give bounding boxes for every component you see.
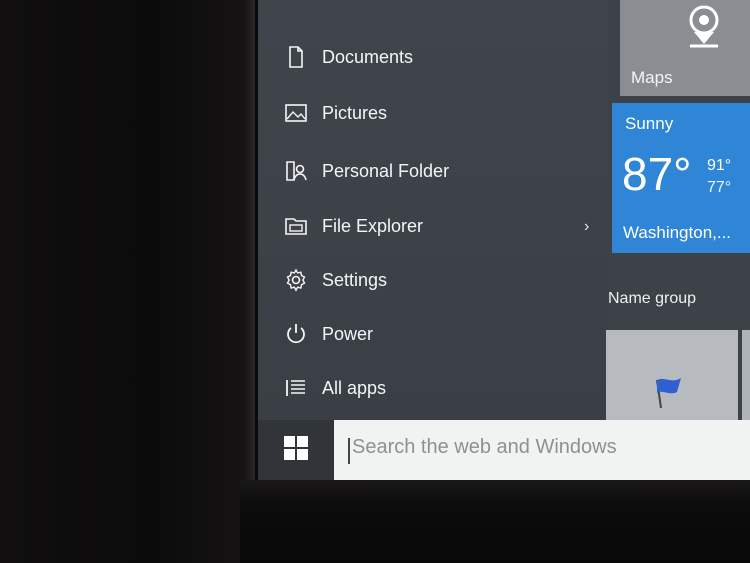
tile-partial[interactable] — [742, 330, 750, 420]
start-button[interactable] — [258, 420, 333, 480]
weather-low: 77° — [707, 179, 732, 196]
screen: Documents Pictures Personal Folder File … — [258, 0, 750, 480]
menu-item-pictures[interactable]: Pictures — [284, 93, 584, 133]
menu-item-settings[interactable]: Settings — [284, 260, 584, 300]
menu-item-power[interactable]: Power — [284, 314, 584, 354]
menu-item-label: File Explorer — [322, 215, 424, 236]
menu-item-personal-folder[interactable]: Personal Folder — [284, 151, 584, 191]
monitor-bezel-left — [0, 0, 255, 563]
text-cursor — [348, 438, 350, 464]
tile-label: Maps — [631, 68, 673, 87]
start-menu: Documents Pictures Personal Folder File … — [258, 0, 608, 420]
taskbar: Search the web and Windows — [258, 420, 750, 480]
list-icon — [284, 376, 308, 400]
menu-item-documents[interactable]: Documents — [284, 37, 584, 77]
weather-temperature: 87° — [622, 148, 692, 200]
weather-location: Washington,... — [623, 223, 732, 242]
folder-icon — [284, 214, 308, 238]
person-folder-icon — [284, 159, 308, 183]
search-placeholder: Search the web and Windows — [352, 436, 617, 458]
power-icon — [284, 322, 308, 346]
tile-group-name[interactable]: Name group — [608, 290, 696, 308]
flag-icon — [651, 374, 691, 415]
tile-weather[interactable]: Sunny 87° 91° 77° Washington,... — [612, 103, 750, 253]
menu-item-label: Documents — [322, 46, 414, 67]
gear-icon — [284, 268, 308, 292]
menu-item-label: Power — [322, 323, 374, 344]
weather-condition: Sunny — [625, 114, 674, 133]
chevron-right-icon[interactable]: › — [584, 218, 589, 236]
weather-high: 91° — [707, 157, 732, 174]
tile-maps[interactable]: Maps — [620, 0, 750, 96]
map-pin-icon — [682, 2, 726, 57]
monitor-bezel-bottom — [240, 480, 750, 563]
pictures-icon — [284, 101, 308, 125]
menu-item-file-explorer[interactable]: File Explorer › — [284, 206, 589, 246]
search-input[interactable]: Search the web and Windows — [334, 420, 750, 480]
menu-item-label: Personal Folder — [322, 160, 450, 181]
menu-item-all-apps[interactable]: All apps — [284, 368, 584, 408]
document-icon — [284, 45, 308, 69]
windows-logo-icon — [283, 435, 309, 466]
menu-item-label: Pictures — [322, 102, 388, 123]
menu-item-label: All apps — [322, 377, 387, 398]
tile-flag[interactable] — [606, 330, 738, 420]
menu-item-label: Settings — [322, 269, 388, 290]
